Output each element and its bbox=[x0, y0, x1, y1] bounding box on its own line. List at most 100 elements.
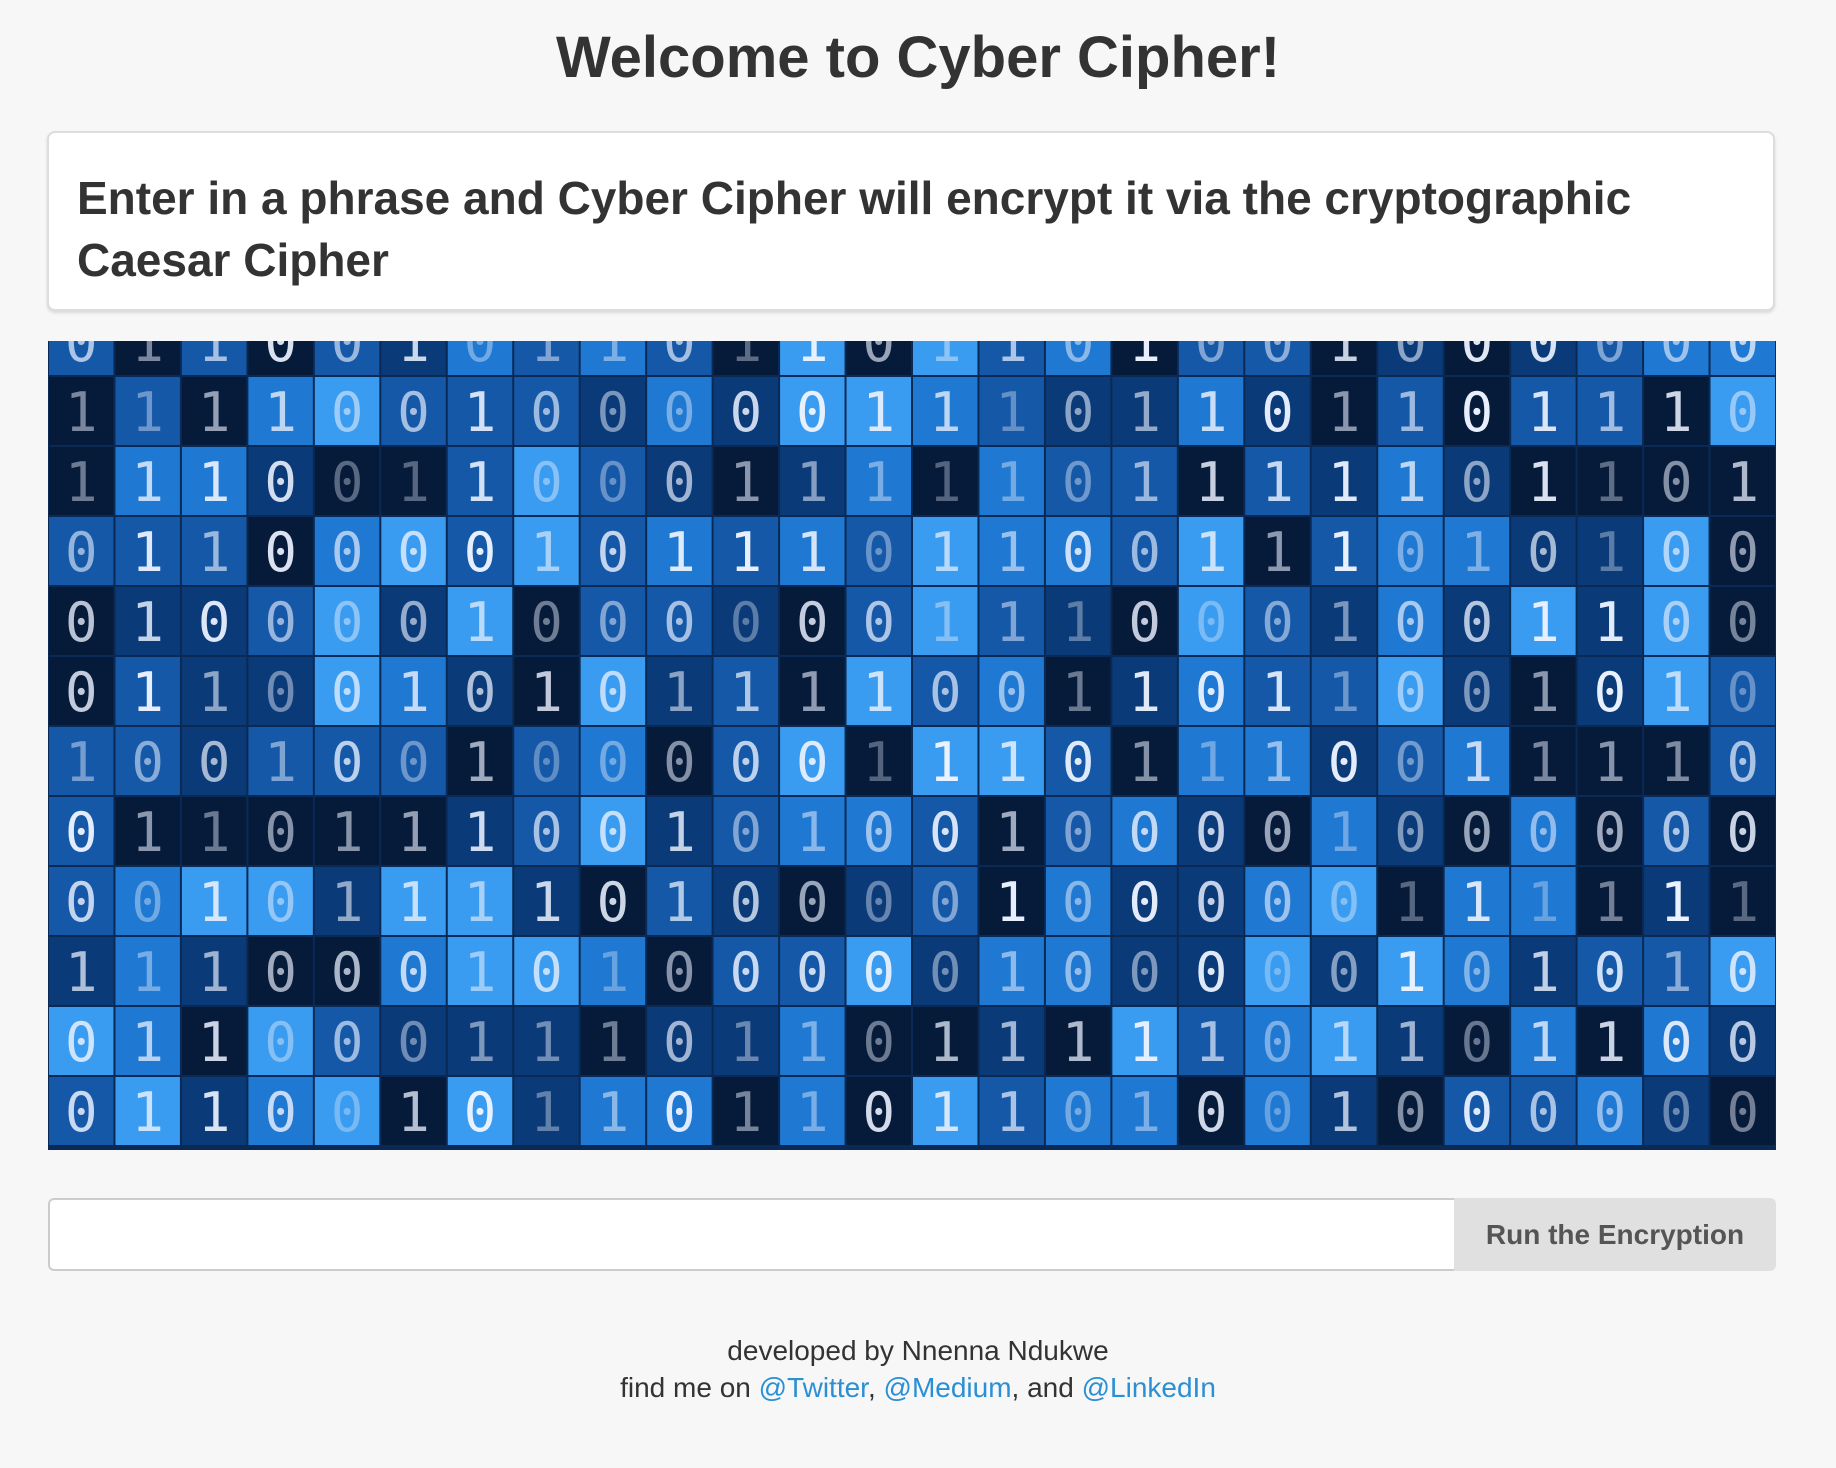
binary-digit: 0 bbox=[863, 521, 896, 584]
binary-digit: 0 bbox=[65, 521, 98, 584]
binary-digit: 0 bbox=[1394, 591, 1427, 654]
binary-digit: 1 bbox=[995, 341, 1028, 374]
twitter-link[interactable]: @Twitter bbox=[759, 1372, 868, 1403]
binary-digit: 0 bbox=[1062, 801, 1095, 864]
binary-digit: 0 bbox=[1594, 661, 1627, 724]
binary-digit: 0 bbox=[264, 1011, 297, 1074]
binary-digit: 1 bbox=[1527, 941, 1560, 1004]
binary-digit: 1 bbox=[995, 731, 1028, 794]
binary-digit: 0 bbox=[863, 1081, 896, 1144]
binary-digit: 1 bbox=[730, 661, 763, 724]
binary-digit: 1 bbox=[131, 521, 164, 584]
binary-code-graphic: 0 1 1 0 0 1 0 1 1 0 1 1 0 1 1 0 1 0 0 1 0 0 0 0 0 01 1 1 1 0 0 1 0 0 0 0 0 1 1… bbox=[49, 341, 1775, 1145]
binary-digit: 0 bbox=[1062, 381, 1095, 444]
medium-link[interactable]: @Medium bbox=[884, 1372, 1012, 1403]
binary-digit: 0 bbox=[397, 521, 430, 584]
binary-digit: 0 bbox=[863, 801, 896, 864]
binary-digit: 1 bbox=[863, 381, 896, 444]
binary-digit: 0 bbox=[530, 941, 563, 1004]
binary-digit: 1 bbox=[929, 1081, 962, 1144]
binary-digit: 1 bbox=[1660, 661, 1693, 724]
binary-digit: 0 bbox=[1128, 521, 1161, 584]
binary-digit: 1 bbox=[1128, 1081, 1161, 1144]
binary-digit: 0 bbox=[663, 731, 696, 794]
binary-digit: 0 bbox=[264, 941, 297, 1004]
binary-digit: 1 bbox=[1527, 451, 1560, 514]
phrase-input[interactable] bbox=[48, 1198, 1454, 1271]
binary-digit: 1 bbox=[1062, 661, 1095, 724]
binary-digit: 0 bbox=[1062, 731, 1095, 794]
binary-digit: 0 bbox=[929, 661, 962, 724]
binary-digit: 1 bbox=[597, 341, 630, 374]
binary-digit: 1 bbox=[663, 661, 696, 724]
binary-digit: 0 bbox=[929, 871, 962, 934]
binary-digit: 0 bbox=[331, 521, 364, 584]
binary-digit: 0 bbox=[1727, 341, 1760, 374]
binary-digit: 0 bbox=[464, 1081, 497, 1144]
binary-digit: 1 bbox=[1660, 871, 1693, 934]
binary-digit: 0 bbox=[863, 871, 896, 934]
binary-digit: 0 bbox=[1660, 591, 1693, 654]
binary-digit: 0 bbox=[397, 941, 430, 1004]
binary-digit: 0 bbox=[331, 381, 364, 444]
binary-digit: 1 bbox=[198, 941, 231, 1004]
binary-digit: 0 bbox=[1727, 1011, 1760, 1074]
binary-digit: 0 bbox=[796, 941, 829, 1004]
binary-digit: 1 bbox=[131, 341, 164, 374]
run-encryption-button[interactable]: Run the Encryption bbox=[1454, 1198, 1776, 1271]
intro-panel: Enter in a phrase and Cyber Cipher will … bbox=[47, 131, 1775, 311]
binary-digit: 0 bbox=[663, 941, 696, 1004]
binary-digit: 0 bbox=[464, 341, 497, 374]
binary-digit: 1 bbox=[131, 801, 164, 864]
binary-digit: 0 bbox=[1128, 871, 1161, 934]
binary-digit: 1 bbox=[663, 521, 696, 584]
binary-digit: 1 bbox=[1594, 521, 1627, 584]
binary-digit: 1 bbox=[397, 451, 430, 514]
binary-digit: 1 bbox=[1128, 451, 1161, 514]
binary-digit: 1 bbox=[1660, 941, 1693, 1004]
binary-digit: 1 bbox=[198, 381, 231, 444]
binary-digit: 0 bbox=[1195, 661, 1228, 724]
binary-digit: 1 bbox=[198, 1081, 231, 1144]
binary-digit: 1 bbox=[1328, 1011, 1361, 1074]
binary-digit: 0 bbox=[264, 521, 297, 584]
binary-digit: 0 bbox=[331, 451, 364, 514]
binary-digit: 0 bbox=[863, 341, 896, 374]
binary-digit: 0 bbox=[597, 731, 630, 794]
binary-digit: 0 bbox=[397, 591, 430, 654]
linkedin-link[interactable]: @LinkedIn bbox=[1082, 1372, 1216, 1403]
binary-digit: 1 bbox=[730, 521, 763, 584]
binary-digit: 0 bbox=[1328, 731, 1361, 794]
binary-digit: 0 bbox=[1062, 341, 1095, 374]
binary-digit: 1 bbox=[863, 661, 896, 724]
binary-digit: 0 bbox=[1527, 341, 1560, 374]
binary-digit: 1 bbox=[1195, 381, 1228, 444]
binary-digit: 1 bbox=[198, 871, 231, 934]
binary-digit: 1 bbox=[530, 1081, 563, 1144]
binary-digit: 1 bbox=[796, 451, 829, 514]
binary-digit: 0 bbox=[597, 591, 630, 654]
binary-digit: 0 bbox=[1461, 801, 1494, 864]
binary-digit: 0 bbox=[1261, 341, 1294, 374]
binary-digit: 0 bbox=[597, 451, 630, 514]
binary-digit: 0 bbox=[597, 871, 630, 934]
binary-digit: 1 bbox=[1128, 1011, 1161, 1074]
binary-digit: 1 bbox=[1527, 661, 1560, 724]
binary-digit: 0 bbox=[730, 381, 763, 444]
binary-digit: 0 bbox=[1328, 871, 1361, 934]
binary-digit: 1 bbox=[65, 941, 98, 1004]
binary-digit: 0 bbox=[1261, 381, 1294, 444]
binary-digit: 1 bbox=[131, 381, 164, 444]
binary-digit: 1 bbox=[1261, 661, 1294, 724]
binary-digit: 0 bbox=[131, 731, 164, 794]
binary-digit: 1 bbox=[530, 871, 563, 934]
binary-digit: 0 bbox=[1727, 661, 1760, 724]
binary-digit: 1 bbox=[995, 1081, 1028, 1144]
binary-digit: 1 bbox=[730, 1011, 763, 1074]
binary-digit: 1 bbox=[1328, 451, 1361, 514]
binary-digit: 1 bbox=[530, 661, 563, 724]
binary-digit: 1 bbox=[1128, 381, 1161, 444]
binary-digit: 0 bbox=[1660, 451, 1693, 514]
binary-digit: 1 bbox=[464, 1011, 497, 1074]
binary-digit: 1 bbox=[464, 871, 497, 934]
